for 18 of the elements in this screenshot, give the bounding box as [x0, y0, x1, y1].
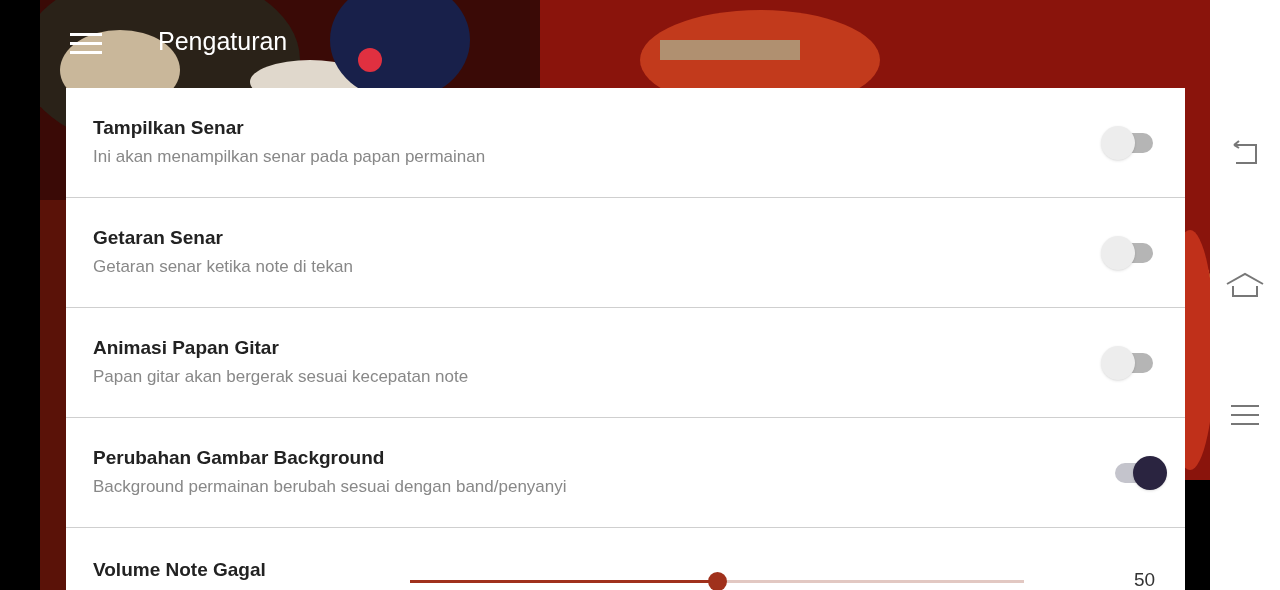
app-bar-title: Pengaturan [158, 26, 288, 58]
toggle-switch[interactable] [1101, 235, 1155, 270]
setting-title: Volume Note Gagal [93, 558, 267, 582]
toggle-switch[interactable] [1113, 455, 1167, 490]
setting-description: Ini akan menampilkan senar pada papan permainan [93, 145, 487, 168]
setting-title: Perubahan Gambar Background [93, 445, 386, 470]
toggle-switch[interactable] [1101, 125, 1155, 160]
slider-value: 50 [1134, 570, 1156, 589]
setting-description: Getaran senar ketika note di tekan [93, 255, 354, 278]
home-icon[interactable] [1226, 272, 1264, 298]
toggle-switch[interactable] [1101, 345, 1155, 380]
slider-thumb[interactable] [708, 572, 727, 590]
setting-description: Background permainan berubah sesuai dengan band/penyanyi [93, 475, 568, 498]
setting-title: Animasi Papan Gitar [93, 335, 280, 360]
menu-icon[interactable] [70, 33, 102, 55]
setting-title: Tampilkan Senar [93, 115, 245, 140]
setting-description: Papan gitar akan bergerak sesuai kecepatan note [93, 365, 470, 388]
setting-title: Getaran Senar [93, 225, 224, 250]
